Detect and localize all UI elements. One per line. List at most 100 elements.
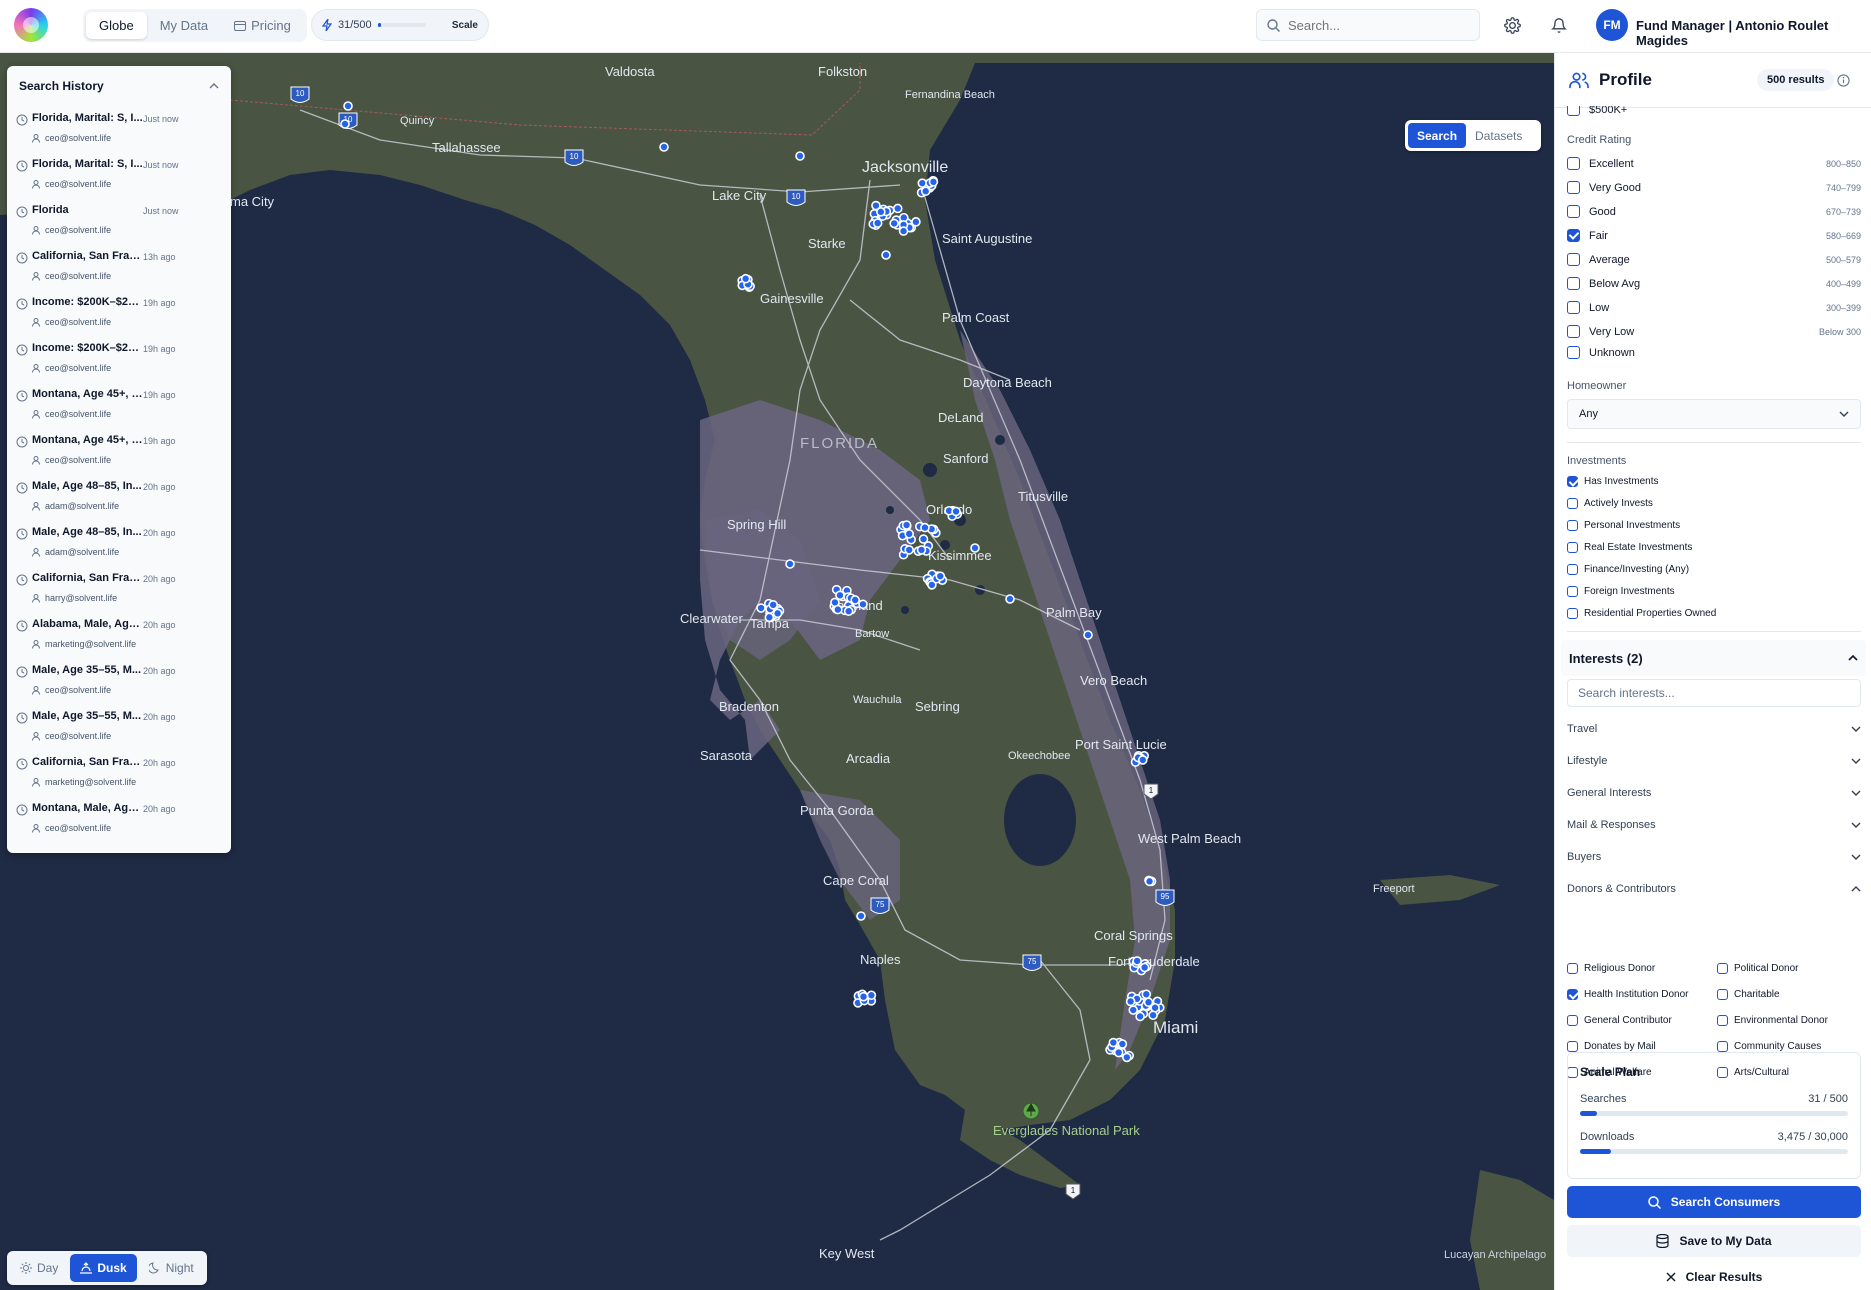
history-item[interactable]: Montana, Age 45+, I... 19h ago ceo@solvent…: [7, 382, 231, 428]
history-item[interactable]: Income: $200K–$25... 19h ago ceo@solvent.l…: [7, 336, 231, 382]
credit-option[interactable]: Very Low Below 300: [1567, 325, 1861, 338]
interests-header[interactable]: Interests (2): [1561, 640, 1866, 676]
history-item[interactable]: Male, Age 35–55, M... 20h ago ceo@solvent.…: [7, 704, 231, 750]
result-marker[interactable]: [881, 250, 891, 260]
park-marker-icon[interactable]: [1022, 1102, 1040, 1120]
homeowner-select[interactable]: Any: [1567, 399, 1861, 429]
result-marker[interactable]: [970, 543, 980, 553]
result-marker[interactable]: [833, 604, 843, 615]
result-marker[interactable]: [756, 603, 766, 613]
credit-checkbox[interactable]: [1567, 277, 1580, 290]
credit-checkbox[interactable]: [1567, 325, 1580, 338]
result-marker[interactable]: [935, 571, 946, 581]
search-input[interactable]: [1288, 17, 1458, 33]
result-marker[interactable]: [916, 545, 927, 555]
map-canvas[interactable]: 10 10 10 10 75 75 95 1 1 Valdosta Folkst…: [0, 53, 1554, 1290]
investment-option[interactable]: Foreign Investments: [1567, 586, 1675, 597]
result-marker[interactable]: [835, 590, 845, 601]
history-item[interactable]: Income: $200K–$25... 19h ago ceo@solvent.l…: [7, 290, 231, 336]
credit-option[interactable]: Good 670–739: [1567, 205, 1861, 218]
history-item[interactable]: Montana, Male, Age... 20h ago ceo@solvent.…: [7, 796, 231, 842]
investment-checkbox[interactable]: [1567, 520, 1578, 531]
result-marker[interactable]: [920, 186, 931, 197]
result-marker[interactable]: [659, 142, 669, 152]
global-search[interactable]: [1256, 9, 1480, 41]
mode-night[interactable]: Night: [139, 1254, 204, 1282]
donor-option[interactable]: Religious Donor: [1567, 963, 1655, 974]
tab-my-data[interactable]: My Data: [147, 12, 221, 39]
investment-option[interactable]: Residential Properties Owned: [1567, 608, 1716, 619]
result-marker[interactable]: [1083, 630, 1093, 640]
result-marker[interactable]: [1125, 996, 1136, 1007]
donor-checkbox[interactable]: [1717, 1041, 1728, 1052]
donor-checkbox[interactable]: [1567, 963, 1578, 974]
donor-option[interactable]: Political Donor: [1717, 963, 1798, 974]
result-marker[interactable]: [856, 911, 866, 921]
result-marker[interactable]: [764, 612, 775, 623]
investment-option[interactable]: Personal Investments: [1567, 520, 1680, 531]
mode-day[interactable]: Day: [10, 1254, 68, 1282]
result-marker[interactable]: [768, 600, 778, 610]
result-marker[interactable]: [951, 506, 961, 517]
result-marker[interactable]: [889, 218, 899, 229]
avatar[interactable]: FM: [1596, 9, 1628, 41]
investment-checkbox[interactable]: [1567, 586, 1578, 597]
donor-checkbox[interactable]: [1717, 1015, 1728, 1026]
investment-checkbox[interactable]: [1567, 542, 1578, 553]
interest-category[interactable]: Buyers: [1567, 851, 1861, 863]
credit-option[interactable]: Average 500–579: [1567, 253, 1861, 266]
interest-category[interactable]: Travel: [1567, 723, 1861, 735]
mode-dusk[interactable]: Dusk: [70, 1254, 137, 1282]
user-name[interactable]: Fund Manager | Antonio Roulet Magides: [1636, 18, 1871, 48]
donor-option[interactable]: Environmental Donor: [1717, 1015, 1828, 1026]
info-icon[interactable]: [1837, 74, 1850, 87]
result-marker[interactable]: [1137, 755, 1148, 765]
interest-category[interactable]: General Interests: [1567, 787, 1861, 799]
settings-button[interactable]: [1500, 13, 1524, 37]
investment-checkbox[interactable]: [1567, 498, 1578, 509]
history-item[interactable]: Florida, Marital: S, I... Just now ceo@sol…: [7, 106, 231, 152]
donor-option[interactable]: Community Causes: [1717, 1041, 1821, 1052]
investment-option[interactable]: Has Investments: [1567, 476, 1658, 487]
result-marker[interactable]: [866, 990, 877, 1001]
result-marker[interactable]: [1144, 876, 1155, 887]
history-item[interactable]: Alabama, Male, Age ... 20h ago marketing@s…: [7, 612, 231, 658]
result-marker[interactable]: [1141, 989, 1152, 1000]
result-marker[interactable]: [858, 599, 868, 610]
investment-option[interactable]: Real Estate Investments: [1567, 542, 1692, 553]
history-item[interactable]: Male, Age 48–85, In... 20h ago adam@solven…: [7, 474, 231, 520]
investment-checkbox[interactable]: [1567, 608, 1578, 619]
result-marker[interactable]: [1122, 1052, 1132, 1063]
donor-option[interactable]: Health Institution Donor: [1567, 989, 1689, 1000]
history-item[interactable]: Male, Age 48–85, In... 20h ago adam@solven…: [7, 520, 231, 566]
result-marker[interactable]: [1128, 1005, 1139, 1015]
history-item[interactable]: Male, Age 35–55, M... 20h ago ceo@solvent.…: [7, 658, 231, 704]
income-checkbox[interactable]: [1567, 106, 1580, 116]
result-marker[interactable]: [904, 529, 915, 539]
credit-checkbox[interactable]: [1567, 346, 1580, 359]
result-marker[interactable]: [901, 520, 912, 530]
result-marker[interactable]: [795, 151, 805, 161]
chevron-up-icon[interactable]: [209, 83, 219, 89]
credit-checkbox[interactable]: [1567, 205, 1580, 218]
result-marker[interactable]: [872, 218, 883, 228]
credit-option[interactable]: Low 300–399: [1567, 301, 1861, 314]
investment-checkbox[interactable]: [1567, 564, 1578, 575]
interest-category[interactable]: Donors & Contributors: [1567, 883, 1861, 895]
credit-option[interactable]: Below Avg 400–499: [1567, 277, 1861, 290]
result-marker[interactable]: [740, 273, 751, 284]
result-marker[interactable]: [340, 119, 350, 129]
toggle-datasets[interactable]: Datasets: [1466, 123, 1531, 148]
result-marker[interactable]: [1139, 962, 1150, 973]
donor-option[interactable]: Donates by Mail: [1567, 1041, 1656, 1052]
income-option-partial[interactable]: $500K+: [1567, 106, 1861, 118]
map-svg[interactable]: 10 10 10 10 75 75 95 1 1 Valdosta Folkst…: [0, 53, 1554, 1290]
history-item[interactable]: Florida Just now ceo@solvent.life: [7, 198, 231, 244]
history-item[interactable]: Montana, Age 45+, I... 19h ago ceo@solvent…: [7, 428, 231, 474]
tab-globe[interactable]: Globe: [86, 12, 147, 39]
donor-option[interactable]: General Contributor: [1567, 1015, 1672, 1026]
result-marker[interactable]: [876, 207, 886, 217]
donor-checkbox[interactable]: [1567, 1015, 1578, 1026]
result-marker[interactable]: [1117, 1039, 1128, 1049]
result-marker[interactable]: [920, 522, 930, 533]
